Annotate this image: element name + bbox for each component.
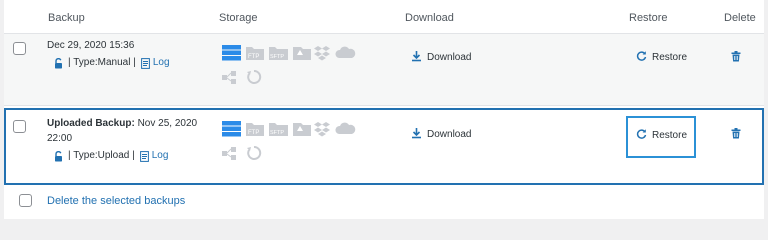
column-header-backup: Backup: [48, 12, 85, 24]
unlock-icon: [54, 57, 64, 69]
dropbox-icon: [314, 46, 330, 61]
google-drive-icon: [293, 47, 311, 60]
svg-text:FTP: FTP: [248, 130, 259, 136]
sftp-icon: SFTP: [269, 47, 288, 60]
backup-date: Dec 29, 2020 15:36: [47, 40, 135, 51]
restore-label: Restore: [652, 51, 688, 63]
backup-meta: | Type:Upload | Log: [54, 149, 168, 163]
backup-type: | Type:Upload |: [68, 150, 135, 161]
network-icon: [222, 71, 236, 84]
log-file-icon[interactable]: [140, 57, 150, 69]
refresh-icon: [636, 50, 647, 64]
dropbox-icon: [314, 122, 330, 137]
table-header: Backup Storage Download Restore Delete: [4, 0, 764, 34]
row-select-checkbox[interactable]: [13, 42, 26, 55]
restore-label: Restore: [652, 129, 688, 141]
column-header-download: Download: [405, 12, 454, 24]
ftp-icon: FTP: [246, 123, 264, 136]
column-header-storage: Storage: [219, 12, 258, 24]
trash-icon[interactable]: [731, 51, 741, 65]
backup-type: | Type:Manual |: [68, 57, 136, 68]
refresh-icon: [636, 128, 647, 142]
svg-text:SFTP: SFTP: [270, 130, 284, 136]
download-icon: [411, 50, 422, 65]
log-link[interactable]: Log: [153, 56, 170, 70]
backup-date: Nov 25, 2020: [137, 118, 198, 129]
sync-icon: [247, 145, 262, 160]
cloud-icon: [335, 46, 356, 58]
unlock-icon: [54, 150, 64, 162]
backup-time: 22:00: [47, 133, 73, 144]
backup-title: Uploaded Backup: Nov 25, 2020: [47, 116, 197, 132]
restore-button[interactable]: Restore: [636, 50, 687, 64]
download-button[interactable]: Download: [411, 50, 471, 65]
log-file-icon[interactable]: [139, 150, 149, 162]
column-header-restore: Restore: [629, 12, 668, 24]
column-header-delete: Delete: [724, 12, 756, 24]
ftp-icon: FTP: [246, 47, 264, 60]
download-icon: [411, 127, 422, 142]
select-all-checkbox[interactable]: [19, 194, 32, 207]
sync-icon: [247, 69, 262, 84]
download-label: Download: [427, 129, 472, 140]
delete-selected-link[interactable]: Delete the selected backups: [47, 195, 185, 207]
network-icon: [222, 147, 236, 160]
table-footer: Delete the selected backups: [4, 188, 764, 216]
server-icon: [222, 45, 241, 61]
svg-text:FTP: FTP: [248, 54, 259, 60]
server-icon: [222, 121, 241, 137]
storage-icons: FTP SFTP: [222, 45, 356, 84]
cloud-icon: [335, 122, 356, 134]
backups-panel: Backup Storage Download Restore Delete D…: [4, 0, 764, 219]
google-drive-icon: [293, 123, 311, 136]
uploaded-backup-prefix: Uploaded Backup:: [47, 118, 135, 129]
row-select-checkbox[interactable]: [13, 120, 26, 133]
download-button[interactable]: Download: [411, 127, 471, 142]
log-link[interactable]: Log: [152, 149, 169, 163]
storage-icons: FTP SFTP: [222, 121, 356, 160]
table-row: Dec 29, 2020 15:36 | Type:Manual | Log F…: [4, 34, 764, 106]
backup-meta: | Type:Manual | Log: [54, 56, 170, 70]
download-label: Download: [427, 52, 472, 63]
table-row: Uploaded Backup: Nov 25, 2020 22:00 | Ty…: [4, 108, 764, 185]
sftp-icon: SFTP: [269, 123, 288, 136]
svg-text:SFTP: SFTP: [270, 54, 284, 60]
restore-button[interactable]: Restore: [636, 128, 687, 142]
trash-icon[interactable]: [731, 128, 741, 142]
